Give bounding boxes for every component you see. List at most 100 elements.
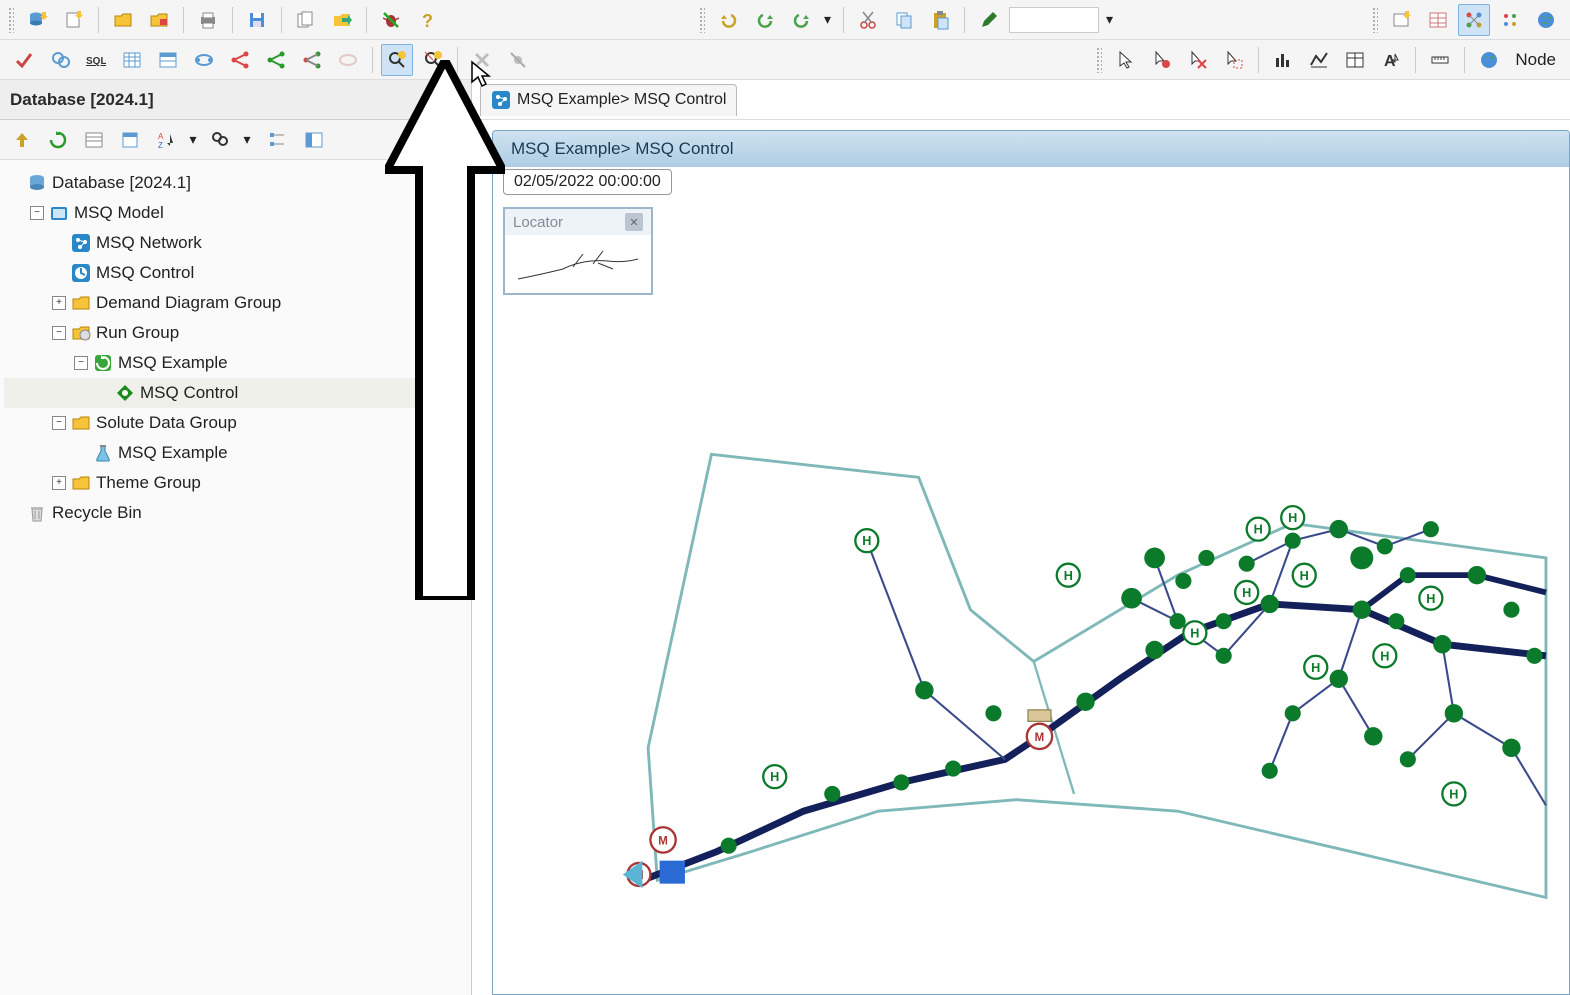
tree-item[interactable]: +Theme Group bbox=[4, 468, 467, 498]
select-area-icon[interactable] bbox=[1218, 44, 1250, 76]
properties-icon[interactable] bbox=[114, 124, 146, 156]
tree-item[interactable]: −Solute Data Group bbox=[4, 408, 467, 438]
tree-item[interactable]: +Demand Diagram Group bbox=[4, 288, 467, 318]
collapse-icon[interactable]: − bbox=[52, 326, 66, 340]
paste-icon[interactable] bbox=[924, 4, 956, 36]
tree-item[interactable]: −Run Group bbox=[4, 318, 467, 348]
up-icon[interactable] bbox=[6, 124, 38, 156]
validate-icon[interactable] bbox=[8, 44, 40, 76]
copy-icon[interactable] bbox=[888, 4, 920, 36]
tree-item[interactable]: MSQ Control bbox=[4, 378, 467, 408]
fork-red-icon[interactable] bbox=[224, 44, 256, 76]
print-icon[interactable] bbox=[192, 4, 224, 36]
tree-item[interactable]: Recycle Bin bbox=[4, 498, 467, 528]
refresh-icon[interactable] bbox=[42, 124, 74, 156]
nodes-view-icon[interactable] bbox=[1494, 4, 1526, 36]
grid-icon[interactable] bbox=[116, 44, 148, 76]
map-window: MSQ Example> MSQ Control 02/05/2022 00:0… bbox=[492, 130, 1570, 995]
expand-icon[interactable]: + bbox=[52, 296, 66, 310]
sql-icon[interactable]: SQL bbox=[80, 44, 112, 76]
pen-icon[interactable] bbox=[973, 4, 1005, 36]
graph-columns-icon[interactable] bbox=[1267, 44, 1299, 76]
text-tool-icon[interactable]: A bbox=[1375, 44, 1407, 76]
locator-minimap[interactable] bbox=[505, 235, 651, 293]
save-icon[interactable] bbox=[241, 4, 273, 36]
pointer-icon[interactable] bbox=[1110, 44, 1142, 76]
maximize-icon[interactable]: □ bbox=[417, 90, 437, 110]
tree-item[interactable]: MSQ Example bbox=[4, 438, 467, 468]
dropdown-icon[interactable]: ▾ bbox=[186, 131, 200, 148]
dropdown-icon[interactable]: ▾ bbox=[1103, 11, 1117, 28]
folder-icon bbox=[70, 472, 92, 494]
collapse-icon[interactable]: − bbox=[74, 356, 88, 370]
collapse-icon[interactable]: − bbox=[52, 416, 66, 430]
find-icon[interactable] bbox=[204, 124, 236, 156]
open-locked-icon[interactable] bbox=[143, 4, 175, 36]
ruler-icon[interactable] bbox=[1424, 44, 1456, 76]
globe-icon[interactable] bbox=[1530, 4, 1562, 36]
list-view-icon[interactable] bbox=[78, 124, 110, 156]
tree-item[interactable]: MSQ Control bbox=[4, 258, 467, 288]
close-icon[interactable]: ✕ bbox=[441, 90, 461, 110]
new-database-icon[interactable] bbox=[22, 4, 54, 36]
tab-msq-control[interactable]: MSQ Example> MSQ Control bbox=[480, 84, 737, 116]
collapse-icon[interactable]: − bbox=[30, 206, 44, 220]
network-diagram[interactable]: HH HH HH HH HH HH M M M bbox=[533, 391, 1569, 995]
redo-alt-icon[interactable] bbox=[785, 4, 817, 36]
select-node-icon[interactable] bbox=[1146, 44, 1178, 76]
new-item-icon[interactable] bbox=[58, 4, 90, 36]
loop-tool-icon[interactable] bbox=[188, 44, 220, 76]
find-loop-icon[interactable] bbox=[44, 44, 76, 76]
expander-placeholder bbox=[8, 176, 22, 190]
export-icon[interactable] bbox=[326, 4, 358, 36]
svg-text:SQL: SQL bbox=[86, 56, 106, 67]
map-titlebar[interactable]: MSQ Example> MSQ Control bbox=[493, 131, 1569, 167]
tree-item[interactable]: −MSQ Model bbox=[4, 198, 467, 228]
database-tree[interactable]: Database [2024.1]−MSQ ModelMSQ Network MS… bbox=[0, 160, 471, 995]
new-view-icon[interactable] bbox=[1386, 4, 1418, 36]
locator-panel[interactable]: Locator ✕ bbox=[503, 207, 653, 295]
loop-disabled-icon bbox=[332, 44, 364, 76]
main-toolbar-1: ? ▾ ▾ bbox=[0, 0, 1570, 40]
open-icon[interactable] bbox=[107, 4, 139, 36]
svg-text:Z: Z bbox=[158, 141, 163, 150]
table-tool-icon[interactable] bbox=[1339, 44, 1371, 76]
expand-icon[interactable]: + bbox=[52, 476, 66, 490]
tree-item[interactable]: −MSQ Example bbox=[4, 348, 467, 378]
graph-lines-icon[interactable] bbox=[1303, 44, 1335, 76]
redo-icon[interactable] bbox=[749, 4, 781, 36]
fork-mixed-icon[interactable] bbox=[296, 44, 328, 76]
help-icon[interactable]: ? bbox=[411, 4, 443, 36]
svg-text:A: A bbox=[158, 132, 164, 141]
remove-node-icon bbox=[502, 44, 534, 76]
tree-item-label: MSQ Control bbox=[96, 263, 194, 283]
timestamp-display[interactable]: 02/05/2022 00:00:00 bbox=[503, 169, 672, 195]
object-type-label: Node bbox=[1509, 50, 1562, 70]
dropdown-icon[interactable]: ▾ bbox=[821, 11, 835, 28]
tree-options-icon[interactable] bbox=[262, 124, 294, 156]
dropdown-icon[interactable]: ▾ bbox=[240, 131, 254, 148]
svg-text:H: H bbox=[1300, 569, 1309, 583]
globe2-icon[interactable] bbox=[1473, 44, 1505, 76]
table-view-icon[interactable] bbox=[1422, 4, 1454, 36]
tree-item[interactable]: MSQ Network bbox=[4, 228, 467, 258]
expander-placeholder bbox=[8, 506, 22, 520]
find-time-x-icon[interactable] bbox=[417, 44, 449, 76]
deselect-arrow-icon[interactable] bbox=[1182, 44, 1214, 76]
folder-icon bbox=[70, 412, 92, 434]
cut-icon[interactable] bbox=[852, 4, 884, 36]
network-view-icon[interactable] bbox=[1458, 4, 1490, 36]
sort-icon[interactable]: AZ bbox=[150, 124, 182, 156]
fork-green-icon[interactable] bbox=[260, 44, 292, 76]
tree-item-label: Recycle Bin bbox=[52, 503, 142, 523]
close-icon[interactable]: ✕ bbox=[625, 213, 643, 231]
layout-icon[interactable] bbox=[298, 124, 330, 156]
pane-title: Database [2024.1] bbox=[10, 90, 154, 110]
tree-item[interactable]: Database [2024.1] bbox=[4, 168, 467, 198]
files-icon[interactable] bbox=[290, 4, 322, 36]
search-input[interactable] bbox=[1009, 7, 1099, 33]
bug-icon[interactable] bbox=[375, 4, 407, 36]
undo-icon[interactable] bbox=[713, 4, 745, 36]
find-time-icon[interactable] bbox=[381, 44, 413, 76]
grid-ordered-icon[interactable] bbox=[152, 44, 184, 76]
